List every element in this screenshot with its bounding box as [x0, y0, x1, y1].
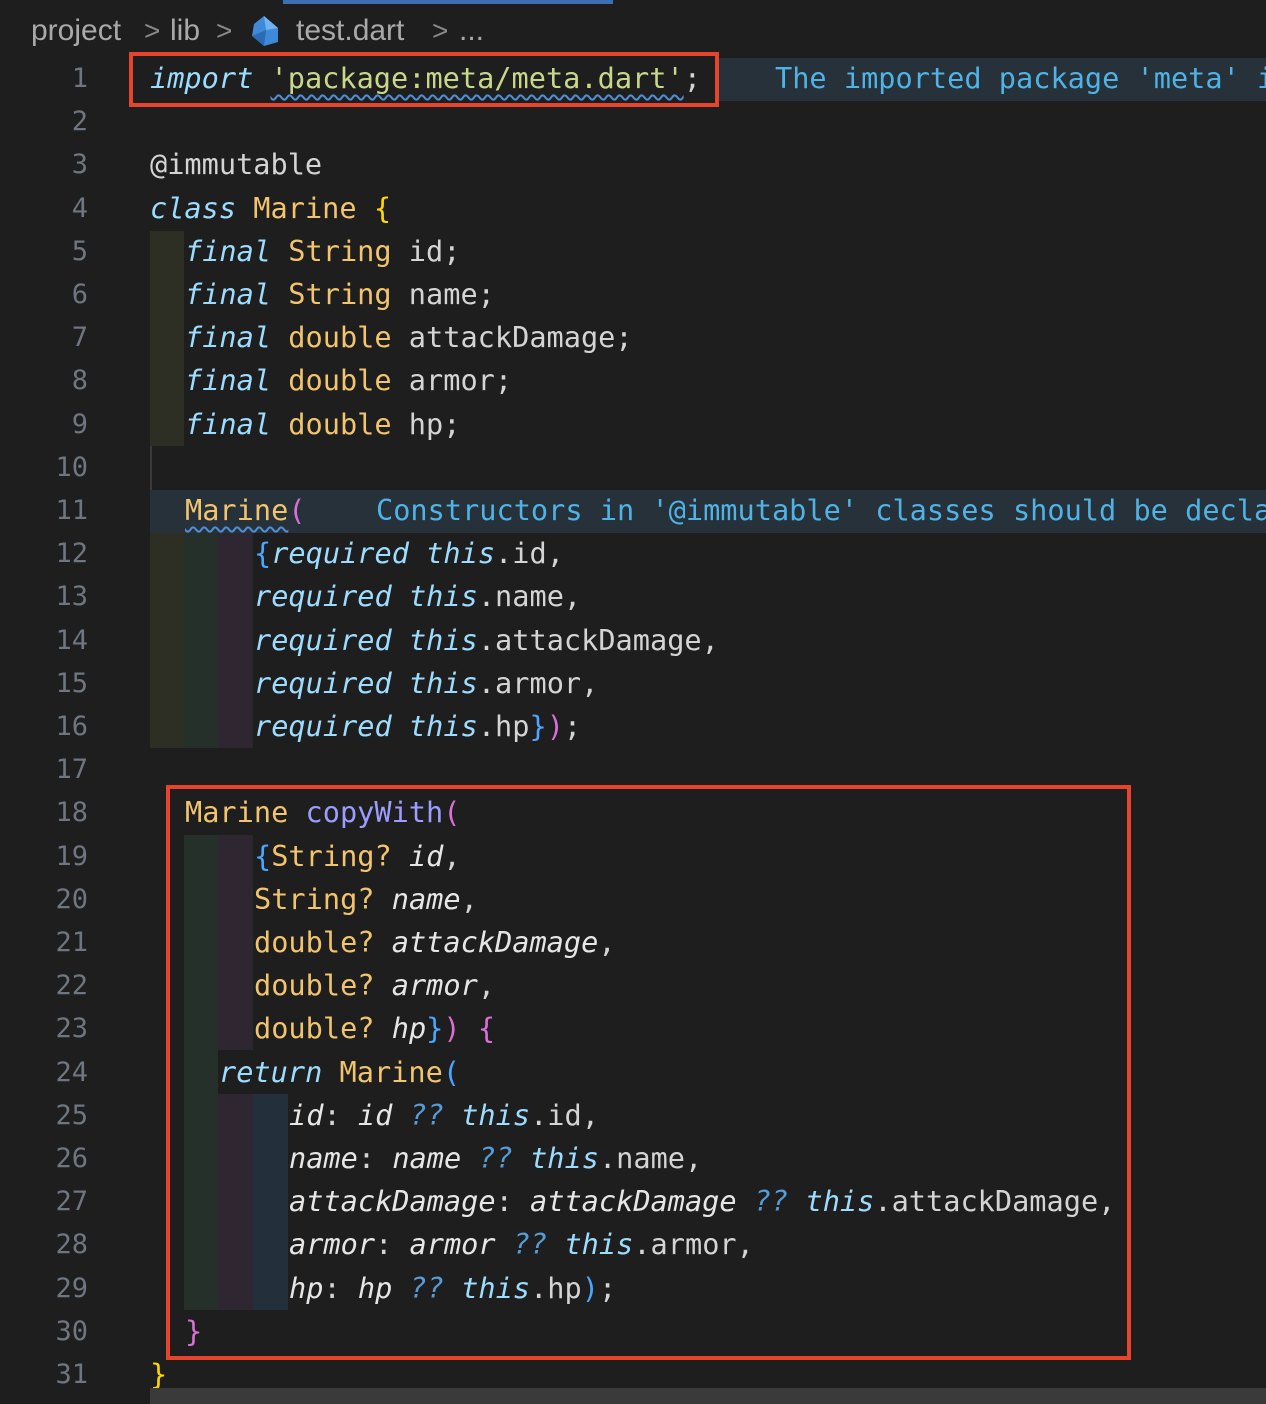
line-number: 29 [55, 1273, 88, 1304]
line-number: 7 [71, 322, 88, 353]
line-number: 31 [55, 1359, 88, 1390]
line-number: 5 [71, 236, 88, 267]
line-number: 8 [71, 365, 88, 396]
code-line[interactable]: 16 required this.hp}); [0, 705, 1266, 748]
code-line[interactable]: 5 final String id; [0, 230, 1266, 273]
code-line[interactable]: 8 final double armor; [0, 359, 1266, 402]
line-number: 11 [55, 495, 88, 526]
code-line[interactable]: 3 @immutable [0, 143, 1266, 186]
breadcrumb-item-project[interactable]: project [31, 13, 121, 49]
line-number: 6 [71, 279, 88, 310]
line-number: 2 [71, 106, 88, 137]
line-number: 23 [55, 1013, 88, 1044]
inline-diagnostic-hint: The imported package 'meta' i [775, 61, 1266, 95]
code-line[interactable]: 13 required this.name, [0, 575, 1266, 618]
line-number: 15 [55, 668, 88, 699]
code-line[interactable]: 6 final String name; [0, 273, 1266, 316]
line-number: 30 [55, 1316, 88, 1347]
active-tab-indicator [283, 0, 613, 4]
breadcrumb-item-lib[interactable]: lib [170, 13, 200, 49]
annotation-box-import [129, 52, 719, 107]
line-number: 10 [55, 452, 88, 483]
line-number: 13 [55, 581, 88, 612]
chevron-right-icon: > [432, 15, 449, 46]
line-number: 19 [55, 841, 88, 872]
chevron-right-icon: > [144, 15, 161, 46]
dart-file-icon [252, 16, 278, 46]
line-number: 20 [55, 884, 88, 915]
line-number: 12 [55, 538, 88, 569]
inline-diagnostic-hint: Constructors in '@immutable' classes sho… [376, 493, 1266, 527]
line-number: 17 [55, 754, 88, 785]
line-number: 1 [71, 63, 88, 94]
code-line[interactable]: 4 class Marine { [0, 187, 1266, 230]
code-line[interactable]: 9 final double hp; [0, 403, 1266, 446]
line-number: 9 [71, 409, 88, 440]
line-number: 18 [55, 797, 88, 828]
annotation-box-copywith [166, 785, 1131, 1360]
line-number: 21 [55, 927, 88, 958]
breadcrumb-item-more[interactable]: ... [459, 13, 484, 49]
line-number: 28 [55, 1229, 88, 1260]
code-line[interactable]: 12 {required this.id, [0, 532, 1266, 575]
code-line[interactable]: 10 [0, 446, 1266, 489]
code-line[interactable]: 14 required this.attackDamage, [0, 619, 1266, 662]
code-line[interactable]: 15 required this.armor, [0, 662, 1266, 705]
line-number: 26 [55, 1143, 88, 1174]
line-number: 24 [55, 1057, 88, 1088]
line-number: 25 [55, 1100, 88, 1131]
line-number: 4 [71, 193, 88, 224]
line-number: 14 [55, 625, 88, 656]
breadcrumb-item-file[interactable]: test.dart [296, 13, 404, 49]
horizontal-scrollbar[interactable] [150, 1388, 1266, 1404]
line-number: 27 [55, 1186, 88, 1217]
line-number: 22 [55, 970, 88, 1001]
code-line[interactable]: 11 Marine( Constructors in '@immutable' … [0, 489, 1266, 532]
line-number: 16 [55, 711, 88, 742]
line-number: 3 [71, 149, 88, 180]
chevron-right-icon: > [216, 15, 233, 46]
code-line[interactable]: 7 final double attackDamage; [0, 316, 1266, 359]
